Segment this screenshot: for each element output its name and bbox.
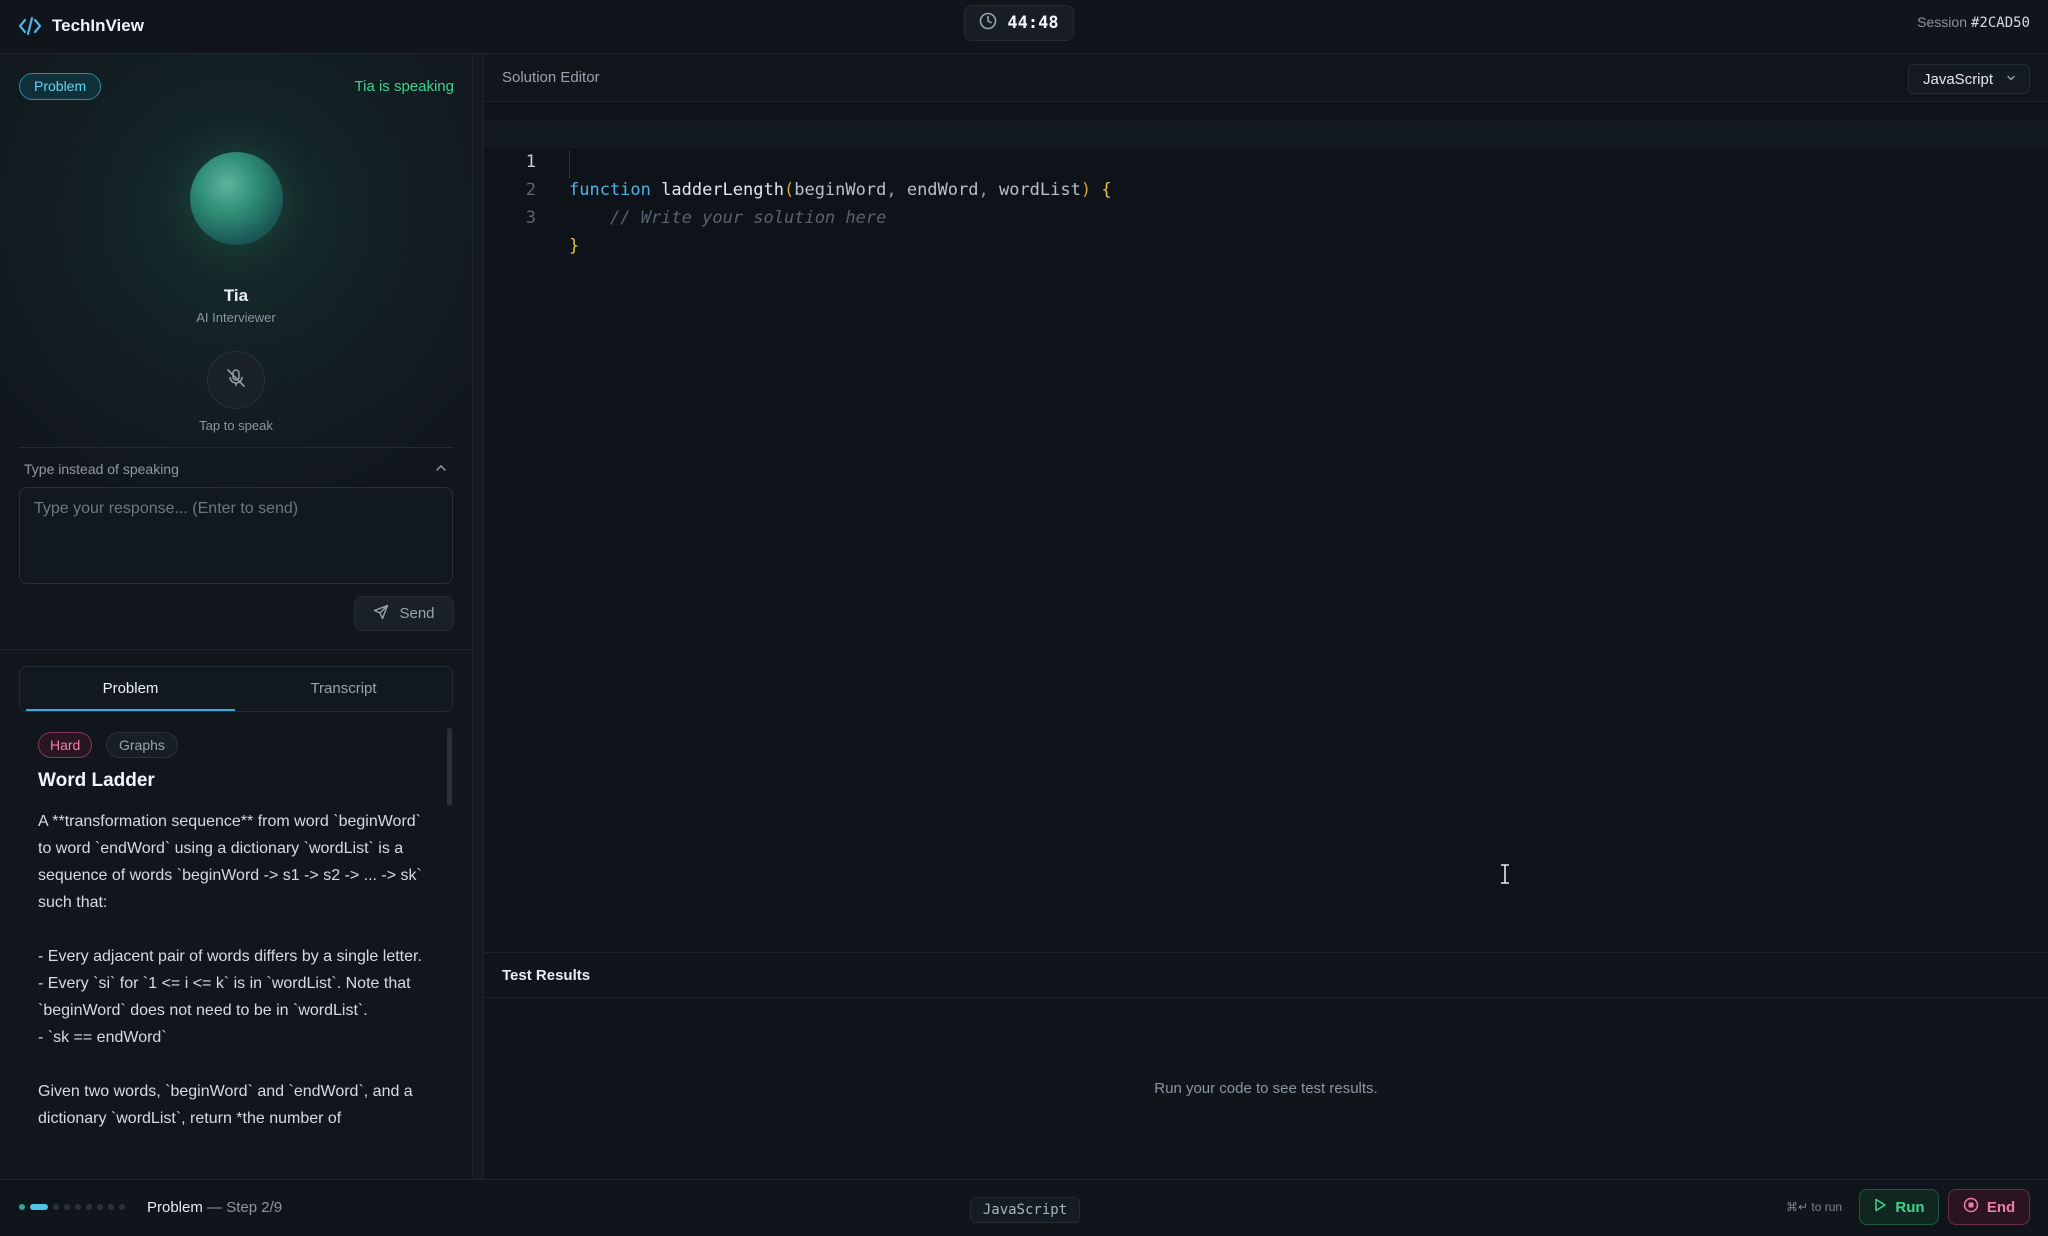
tab-problem[interactable]: Problem bbox=[26, 667, 235, 711]
end-interview-button[interactable]: End bbox=[1948, 1189, 2030, 1225]
stop-circle-icon bbox=[1963, 1197, 1979, 1217]
problem-description: Hard Graphs Word Ladder A **transformati… bbox=[0, 714, 472, 1179]
step-label: Problem bbox=[147, 1199, 203, 1216]
interviewer-avatar bbox=[190, 152, 283, 245]
topic-badge: Graphs bbox=[106, 732, 178, 758]
code-comment: // Write your solution here bbox=[610, 208, 887, 228]
line-number: 3 bbox=[525, 208, 536, 228]
brand[interactable]: TechInView bbox=[18, 10, 144, 42]
problem-paragraph: - Every adjacent pair of words differs b… bbox=[38, 948, 422, 965]
interviewer-panel: Problem Tia is speaking Tia AI Interview… bbox=[0, 54, 472, 650]
interviewer-name: Tia bbox=[223, 286, 249, 305]
clock-icon bbox=[979, 12, 997, 35]
response-input[interactable]: Type your response... (Enter to send) bbox=[19, 487, 453, 584]
code-line[interactable]: 1 function ladderLength(beginWord, endWo… bbox=[484, 120, 1112, 200]
test-results-title: Test Results bbox=[502, 967, 591, 984]
problem-paragraph: A **transformation sequence** from word … bbox=[38, 813, 422, 911]
problem-paragraph: - Every `si` for `1 <= i <= k` is in `wo… bbox=[38, 975, 411, 1019]
step-dot bbox=[75, 1204, 81, 1210]
step-dot bbox=[86, 1204, 92, 1210]
code-line[interactable]: 3 } bbox=[484, 176, 580, 256]
tab-transcript[interactable]: Transcript bbox=[239, 667, 448, 711]
difficulty-badge: Hard bbox=[38, 732, 93, 758]
language-select-value: JavaScript bbox=[1923, 70, 1994, 88]
app-name: TechInView bbox=[52, 16, 144, 35]
language-select[interactable]: JavaScript bbox=[1908, 64, 2030, 94]
problem-paragraph: Given two words, `beginWord` and `endWor… bbox=[38, 1083, 413, 1127]
play-icon bbox=[1873, 1198, 1887, 1216]
code-text: } bbox=[569, 236, 580, 256]
step-dot bbox=[19, 1204, 25, 1210]
step-dot bbox=[97, 1204, 103, 1210]
chevron-up-icon[interactable] bbox=[434, 461, 448, 475]
language-indicator: JavaScript bbox=[970, 1197, 1080, 1223]
editor-title: Solution Editor bbox=[502, 69, 600, 86]
code-text: function ladderLength(beginWord, endWord… bbox=[569, 180, 1112, 200]
text-cursor-icon bbox=[1498, 863, 1512, 885]
divider bbox=[19, 447, 453, 448]
session-info: Session #2CAD50 bbox=[1917, 14, 2030, 31]
send-button[interactable]: Send bbox=[354, 596, 454, 631]
code-editor[interactable]: 1 function ladderLength(beginWord, endWo… bbox=[484, 102, 2048, 952]
problem-tabs: Problem Transcript bbox=[19, 666, 453, 712]
mic-hint: Tap to speak bbox=[199, 418, 273, 433]
left-panel: Problem Tia is speaking Tia AI Interview… bbox=[0, 54, 472, 1179]
step-dot bbox=[119, 1204, 125, 1210]
step-dot-current bbox=[30, 1204, 48, 1210]
send-label: Send bbox=[399, 605, 435, 622]
chevron-down-icon bbox=[2005, 71, 2017, 88]
code-brackets-icon bbox=[18, 16, 42, 36]
timer-value: 44:48 bbox=[1007, 13, 1059, 33]
editor-header: Solution Editor JavaScript bbox=[484, 54, 2048, 102]
scrollbar[interactable] bbox=[447, 728, 452, 806]
step-progress bbox=[19, 1204, 125, 1210]
end-label: End bbox=[1986, 1198, 2016, 1216]
problem-body: A **transformation sequence** from word … bbox=[38, 808, 438, 1132]
step-dot bbox=[64, 1204, 70, 1210]
step-indicator: Problem — Step 2/9 bbox=[147, 1199, 282, 1216]
test-results-empty: Run your code to see test results. bbox=[1154, 1080, 1378, 1097]
step-detail: — Step 2/9 bbox=[207, 1199, 283, 1216]
send-icon bbox=[373, 604, 389, 624]
phase-badge: Problem bbox=[19, 73, 102, 100]
speaking-status: Tia is speaking bbox=[354, 78, 455, 95]
bottom-bar: Problem — Step 2/9 JavaScript ⌘↵ to run … bbox=[0, 1179, 2048, 1236]
problem-paragraph: - `sk == endWord` bbox=[38, 1029, 167, 1046]
step-dot bbox=[53, 1204, 59, 1210]
interviewer-role: AI Interviewer bbox=[196, 310, 276, 325]
test-results-panel: Test Results Run your code to see test r… bbox=[484, 952, 2048, 1179]
session-id: #2CAD50 bbox=[1970, 15, 2030, 31]
active-line-highlight bbox=[484, 120, 2048, 148]
step-dot bbox=[108, 1204, 114, 1210]
mic-toggle-button[interactable] bbox=[207, 351, 265, 409]
session-label: Session bbox=[1917, 14, 1967, 30]
code-line[interactable]: 2 // Write your solution here bbox=[484, 148, 887, 228]
panel-resize-handle[interactable] bbox=[472, 54, 484, 1179]
run-button[interactable]: Run bbox=[1859, 1189, 1939, 1225]
run-shortcut-hint: ⌘↵ to run bbox=[1786, 1200, 1843, 1214]
indent-guide bbox=[569, 150, 570, 178]
mic-off-icon bbox=[225, 367, 247, 394]
top-bar: TechInView 44:48 Session #2CAD50 bbox=[0, 0, 2048, 54]
problem-title: Word Ladder bbox=[38, 770, 155, 791]
divider bbox=[484, 997, 2048, 998]
type-instead-toggle[interactable]: Type instead of speaking bbox=[24, 461, 179, 477]
run-label: Run bbox=[1895, 1198, 1925, 1216]
interview-timer: 44:48 bbox=[964, 5, 1074, 41]
